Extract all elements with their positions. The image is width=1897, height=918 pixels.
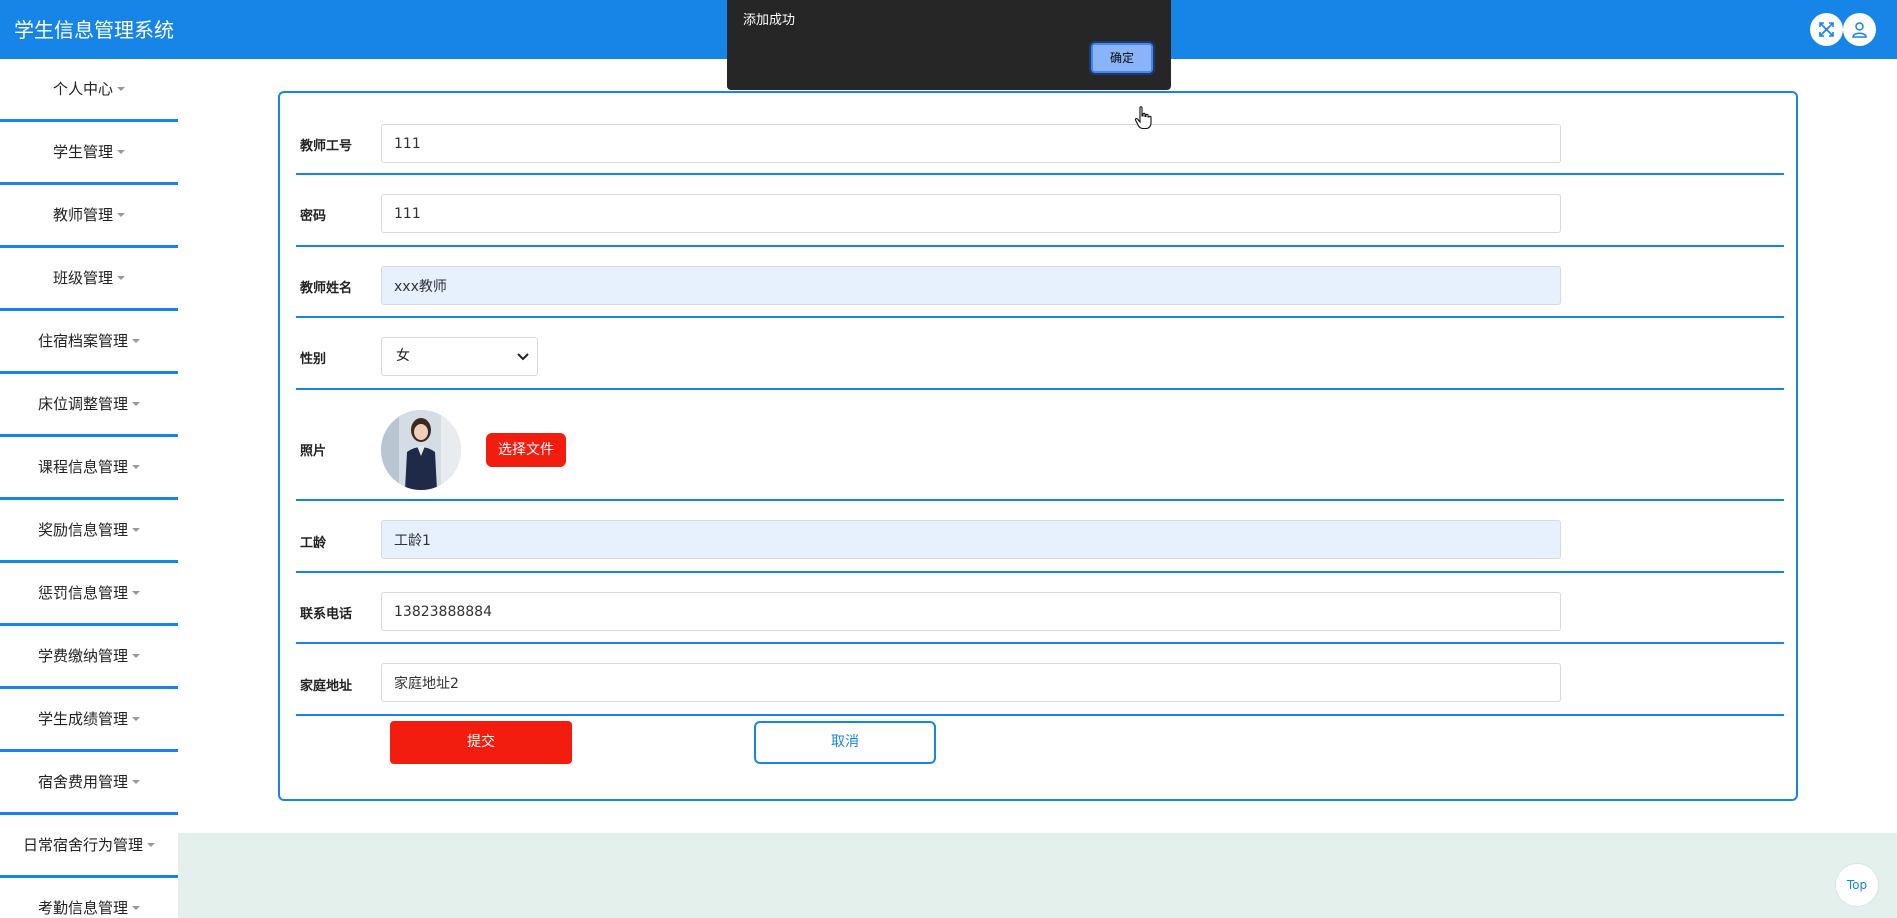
phone-input[interactable] [381, 592, 1561, 631]
caret-down-icon [132, 906, 140, 910]
form-row-photo: 照片 选择文件 [296, 390, 1784, 501]
sidebar-item-label: 日常宿舍行为管理 [22, 836, 143, 854]
sidebar-item-label: 学生管理 [52, 143, 113, 161]
sidebar-item-student-grades[interactable]: 学生成绩管理 [0, 689, 178, 752]
sidebar-item-label: 考勤信息管理 [37, 899, 128, 917]
teacher-id-label: 教师工号 [300, 139, 353, 154]
sidebar-item-label: 学生成绩管理 [37, 710, 128, 728]
caret-down-icon [132, 402, 140, 406]
chevron-down-icon [517, 353, 529, 361]
sidebar-item-reward-info[interactable]: 奖励信息管理 [0, 500, 178, 563]
sidebar-item-label: 惩罚信息管理 [37, 584, 128, 602]
user-icon[interactable] [1843, 13, 1876, 46]
sidebar-menu: 个人中心 学生管理 教师管理 班级管理 住宿档案管理 床位调整管理 课程信息管理… [0, 59, 178, 918]
password-label: 密码 [300, 209, 327, 224]
alert-ok-button[interactable]: 确定 [1091, 43, 1153, 73]
form-row-teacher-id: 教师工号 [296, 93, 1784, 175]
alert-message: 添加成功 [743, 13, 796, 28]
caret-down-icon [117, 276, 125, 280]
back-to-top-button[interactable]: Top [1835, 863, 1879, 907]
caret-down-icon [132, 717, 140, 721]
photo-label: 照片 [300, 444, 327, 459]
sidebar-item-dorm-records[interactable]: 住宿档案管理 [0, 311, 178, 374]
sidebar-item-class-management[interactable]: 班级管理 [0, 248, 178, 311]
caret-down-icon [132, 465, 140, 469]
caret-down-icon [147, 843, 155, 847]
fullscreen-icon[interactable] [1810, 13, 1843, 46]
cancel-button[interactable]: 取消 [754, 721, 936, 764]
form-row-teacher-name: 教师姓名 [296, 247, 1784, 318]
sidebar-item-label: 教师管理 [52, 206, 113, 224]
gender-select[interactable]: 女 [381, 337, 538, 376]
sidebar-item-label: 学费缴纳管理 [37, 647, 128, 665]
sidebar-item-label: 课程信息管理 [37, 458, 128, 476]
password-input[interactable] [381, 194, 1561, 233]
caret-down-icon [132, 591, 140, 595]
caret-down-icon [117, 87, 125, 91]
caret-down-icon [117, 150, 125, 154]
gender-selected-value: 女 [396, 348, 410, 364]
caret-down-icon [132, 654, 140, 658]
sidebar-item-course-info[interactable]: 课程信息管理 [0, 437, 178, 500]
form-row-gender: 性别 女 [296, 318, 1784, 390]
caret-down-icon [132, 339, 140, 343]
sidebar-item-dorm-behavior[interactable]: 日常宿舍行为管理 [0, 815, 178, 878]
sidebar-item-label: 个人中心 [52, 80, 113, 98]
alert-dialog: 添加成功 确定 [727, 0, 1171, 90]
teacher-form: 教师工号 密码 教师姓名 性别 女 照片 [278, 91, 1798, 801]
phone-label: 联系电话 [300, 607, 353, 622]
sidebar-item-label: 奖励信息管理 [37, 521, 128, 539]
content-background [178, 833, 1897, 918]
sidebar-item-teacher-management[interactable]: 教师管理 [0, 185, 178, 248]
caret-down-icon [132, 528, 140, 532]
choose-file-button[interactable]: 选择文件 [486, 433, 566, 467]
seniority-label: 工龄 [300, 536, 327, 551]
seniority-input[interactable] [381, 520, 1561, 559]
sidebar-item-student-management[interactable]: 学生管理 [0, 122, 178, 185]
teacher-name-input[interactable] [381, 266, 1561, 305]
app-title: 学生信息管理系统 [14, 18, 174, 42]
sidebar-item-personal-center[interactable]: 个人中心 [0, 59, 178, 122]
caret-down-icon [132, 780, 140, 784]
gender-label: 性别 [300, 352, 327, 367]
teacher-name-label: 教师姓名 [300, 281, 353, 296]
form-row-seniority: 工龄 [296, 501, 1784, 573]
sidebar-item-attendance[interactable]: 考勤信息管理 [0, 878, 178, 918]
sidebar-item-punishment-info[interactable]: 惩罚信息管理 [0, 563, 178, 626]
sidebar-item-label: 宿舍费用管理 [37, 773, 128, 791]
form-row-phone: 联系电话 [296, 573, 1784, 644]
form-row-password: 密码 [296, 175, 1784, 247]
sidebar-item-label: 班级管理 [52, 269, 113, 287]
address-label: 家庭地址 [300, 679, 353, 694]
sidebar-item-tuition-payment[interactable]: 学费缴纳管理 [0, 626, 178, 689]
sidebar-item-dorm-fees[interactable]: 宿舍费用管理 [0, 752, 178, 815]
address-input[interactable] [381, 663, 1561, 702]
hand-cursor-icon [1134, 106, 1152, 130]
submit-button[interactable]: 提交 [390, 721, 572, 764]
teacher-id-input[interactable] [381, 124, 1561, 163]
teacher-photo [381, 410, 461, 490]
sidebar-item-label: 床位调整管理 [37, 395, 128, 413]
sidebar-item-label: 住宿档案管理 [37, 332, 128, 350]
caret-down-icon [117, 213, 125, 217]
form-row-address: 家庭地址 [296, 644, 1784, 716]
sidebar-item-bed-adjustment[interactable]: 床位调整管理 [0, 374, 178, 437]
